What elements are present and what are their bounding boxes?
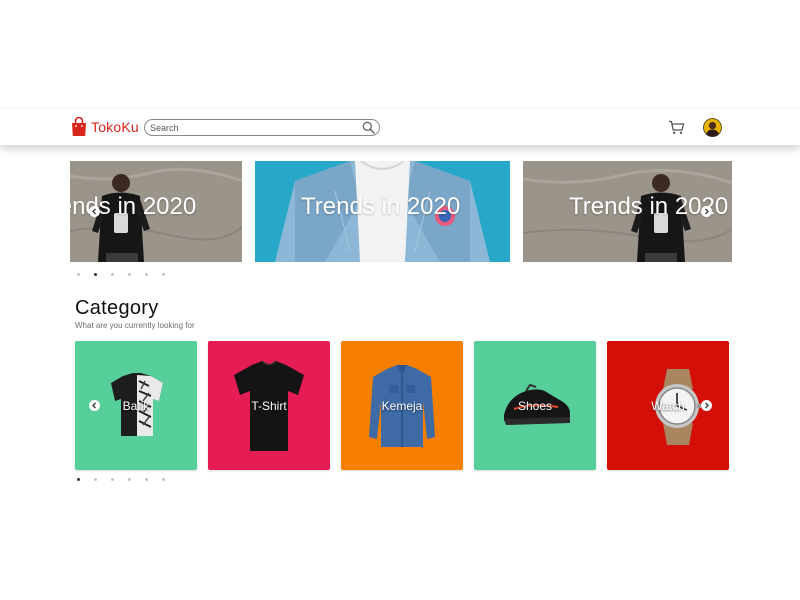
section-title: Category bbox=[75, 297, 159, 319]
chevron-left-icon bbox=[92, 402, 96, 409]
banner-title: Trends in 2020 bbox=[301, 193, 461, 220]
pagination-dot[interactable] bbox=[128, 478, 131, 481]
pagination-dot[interactable] bbox=[111, 273, 114, 276]
search-icon[interactable] bbox=[362, 121, 375, 134]
category-prev-arrow[interactable] bbox=[89, 400, 100, 411]
pagination-dot[interactable] bbox=[94, 478, 97, 481]
pagination-dot[interactable] bbox=[128, 273, 131, 276]
logo-link[interactable]: TokoKu bbox=[71, 116, 139, 137]
category-card-shoes[interactable]: Shoes bbox=[474, 341, 596, 470]
banner-carousel: Trends in 2020 Trends in 2020 bbox=[0, 161, 800, 263]
chevron-left-icon bbox=[92, 208, 96, 215]
pagination-dot[interactable] bbox=[145, 478, 148, 481]
pagination-dot[interactable] bbox=[162, 273, 165, 276]
category-label: Shoes bbox=[517, 399, 553, 413]
user-avatar[interactable] bbox=[703, 118, 722, 137]
logo-text: TokoKu bbox=[91, 119, 139, 135]
category-label: Kemeja bbox=[381, 399, 423, 413]
pagination-dot[interactable] bbox=[77, 273, 80, 276]
shopping-bag-icon bbox=[71, 116, 87, 137]
banner-slide[interactable]: Trends in 2020 bbox=[255, 161, 510, 262]
category-next-arrow[interactable] bbox=[701, 400, 712, 411]
banner-prev-arrow[interactable] bbox=[89, 206, 100, 217]
category-label: T-Shirt bbox=[251, 399, 287, 413]
banner-pagination bbox=[77, 273, 165, 276]
category-card-kemeja[interactable]: Kemeja bbox=[341, 341, 463, 470]
section-subtitle: What are you currently looking for bbox=[75, 321, 195, 330]
pagination-dot[interactable] bbox=[162, 478, 165, 481]
cart-icon[interactable] bbox=[668, 119, 685, 136]
banner-next-arrow[interactable] bbox=[701, 206, 712, 217]
search-input[interactable] bbox=[150, 120, 360, 135]
chevron-right-icon bbox=[705, 208, 709, 215]
search-bar bbox=[144, 119, 380, 136]
pagination-dot[interactable] bbox=[111, 478, 114, 481]
top-navbar: TokoKu bbox=[0, 110, 800, 145]
chevron-right-icon bbox=[705, 402, 709, 409]
pagination-dot[interactable] bbox=[145, 273, 148, 276]
category-pagination bbox=[77, 478, 165, 481]
category-card-tshirt[interactable]: T-Shirt bbox=[208, 341, 330, 470]
page: TokoKu Search in 2020 Trends in 2020 Tre… bbox=[0, 0, 800, 600]
pagination-dot-active[interactable] bbox=[94, 273, 97, 276]
pagination-dot-active[interactable] bbox=[77, 478, 80, 481]
